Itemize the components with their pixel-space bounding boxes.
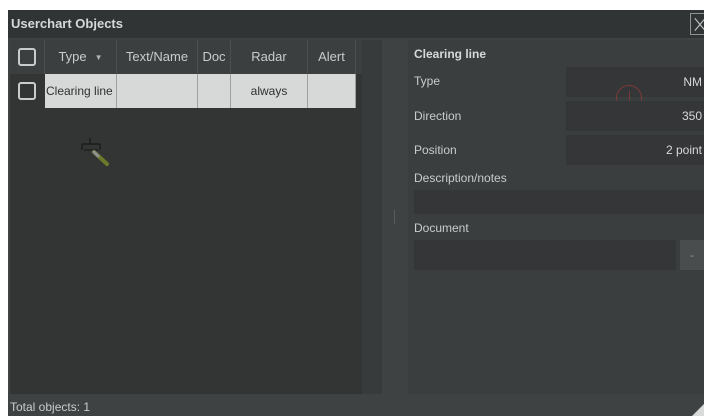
type-label: Type — [414, 74, 441, 88]
userchart-objects-window: Userchart Objects Type ▼ Text/Name Doc Ra… — [8, 10, 704, 416]
description-field[interactable] — [414, 190, 704, 214]
position-label: Position — [414, 143, 457, 157]
title-bar: Userchart Objects — [8, 10, 704, 38]
column-header-type[interactable]: Type ▼ — [45, 40, 117, 74]
column-header-radar[interactable]: Radar — [231, 40, 308, 74]
cell-text-name[interactable] — [117, 74, 198, 108]
left-edge — [0, 10, 8, 416]
column-header-alert[interactable]: Alert — [308, 40, 356, 74]
resize-grip-icon[interactable] — [692, 404, 704, 416]
document-browse-button[interactable]: - — [680, 240, 704, 270]
column-type-label: Type — [58, 49, 87, 64]
document-field[interactable] — [414, 240, 676, 270]
close-icon[interactable] — [690, 13, 704, 35]
sort-arrow-icon: ▼ — [94, 53, 103, 62]
clearing-line-symbol-icon — [81, 138, 109, 166]
select-all-cell — [10, 40, 45, 74]
description-label: Description/notes — [414, 171, 507, 185]
table-scrollbar[interactable] — [362, 40, 382, 394]
objects-table: Type ▼ Text/Name Doc Radar Alert Clearing… — [10, 40, 382, 394]
cell-doc[interactable] — [198, 74, 231, 108]
panel-splitter[interactable] — [394, 210, 395, 224]
column-header-doc[interactable]: Doc — [198, 40, 231, 74]
direction-value: 350 — [566, 101, 704, 131]
column-header-text-name[interactable]: Text/Name — [117, 40, 198, 74]
details-title: Clearing line — [414, 47, 487, 61]
direction-label: Direction — [414, 109, 462, 123]
total-objects-status: Total objects: 1 — [10, 400, 91, 414]
table-row[interactable]: Clearing line always — [10, 74, 356, 108]
cell-type[interactable]: Clearing line — [45, 74, 117, 108]
window-title: Userchart Objects — [11, 16, 123, 31]
row-checkbox[interactable] — [18, 82, 36, 100]
top-edge — [0, 0, 704, 10]
cell-alert[interactable] — [308, 74, 356, 108]
cell-radar[interactable]: always — [231, 74, 308, 108]
table-header: Type ▼ Text/Name Doc Radar Alert — [10, 40, 382, 74]
position-value: 2 point — [566, 135, 704, 165]
details-panel: Clearing line Type NM Direction 350 Posi… — [408, 40, 704, 394]
row-checkbox-cell — [10, 74, 45, 108]
select-all-checkbox[interactable] — [18, 48, 36, 66]
document-label: Document — [414, 221, 469, 235]
